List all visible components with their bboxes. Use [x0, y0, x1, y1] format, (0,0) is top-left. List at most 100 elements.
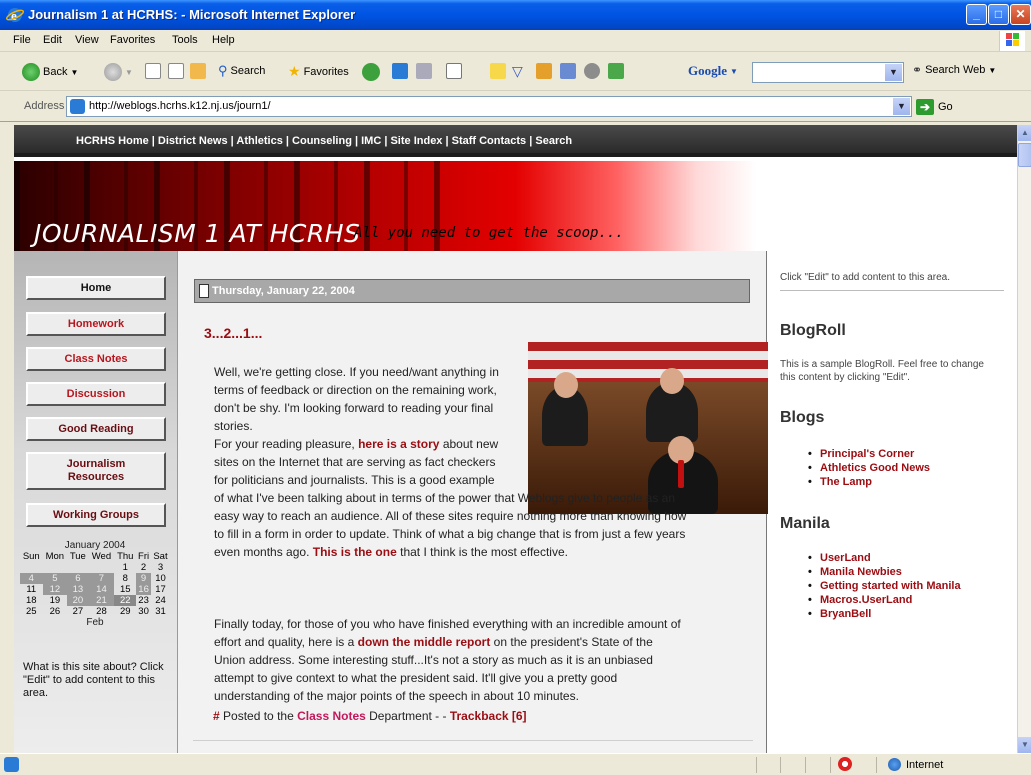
chevron-down-icon[interactable]: ▼	[885, 64, 902, 81]
menu-edit[interactable]: Edit	[43, 34, 62, 46]
manila-heading: Manila	[780, 515, 830, 532]
calendar-cell: 23	[138, 595, 149, 606]
sidebar-item-discussion[interactable]: Discussion	[26, 382, 166, 406]
post-line: For your reading pleasure, here is a sto…	[214, 435, 686, 453]
calendar-cell-link[interactable]: 10	[151, 573, 170, 584]
maximize-button[interactable]: □	[988, 4, 1009, 25]
google-search-input[interactable]: ▼	[752, 62, 904, 83]
story-link[interactable]: here is a story	[358, 437, 439, 451]
calendar-cell: 2	[140, 562, 147, 573]
mail-icon[interactable]	[416, 63, 432, 79]
post-text: For your reading pleasure,	[214, 437, 355, 451]
list-item-link[interactable]: BryanBell	[808, 607, 961, 621]
chevron-down-icon[interactable]: ▼	[893, 98, 910, 115]
calendar-cell: 4	[20, 573, 43, 584]
menu-bar: File Edit View Favorites Tools Help	[0, 30, 1031, 52]
calendar-cell: 14	[88, 584, 115, 595]
report-link[interactable]: down the middle report	[358, 635, 491, 649]
windows-logo-icon	[999, 31, 1025, 51]
site-nav-links[interactable]: HCRHS Home | District News | Athletics |…	[76, 135, 572, 147]
sidebar-item-working-groups[interactable]: Working Groups	[26, 503, 166, 527]
search-button[interactable]: ⚲ Search	[218, 63, 265, 79]
post-line: effort and quality, here is a down the m…	[214, 633, 681, 651]
popup-blocker-icon[interactable]	[838, 757, 852, 771]
page-icon	[70, 99, 85, 114]
tools-icon[interactable]	[608, 63, 624, 79]
class-notes-link[interactable]: Class Notes	[297, 709, 366, 723]
media-icon[interactable]	[362, 63, 380, 81]
post-line: of what I've been talking about in terms…	[214, 491, 676, 505]
home-icon[interactable]	[190, 63, 206, 79]
post-line: easy way to reach an audience. All of th…	[214, 509, 687, 523]
go-arrow-icon: ➔	[916, 99, 934, 115]
menu-tools[interactable]: Tools	[172, 34, 198, 46]
address-input[interactable]: http://weblogs.hcrhs.k12.nj.us/journ1/ ▼	[66, 96, 912, 117]
site-title: JOURNALISM 1 AT HCRHS	[34, 219, 361, 248]
list-item-link[interactable]: The Lamp	[808, 475, 930, 489]
list-item-link[interactable]: Getting started with Manila	[808, 579, 961, 593]
back-label: Back	[43, 66, 68, 78]
address-bar: Address http://weblogs.hcrhs.k12.nj.us/j…	[0, 92, 1031, 122]
menu-file[interactable]: File	[13, 34, 31, 46]
calendar-cell-link[interactable]: 15	[114, 584, 136, 595]
go-button[interactable]: ➔ Go	[916, 99, 953, 115]
list-item-link[interactable]: Manila Newbies	[808, 565, 961, 579]
list-item-link[interactable]: Athletics Good News	[808, 461, 930, 475]
refresh-icon[interactable]	[168, 63, 184, 79]
sidebar-item-journalism-resources[interactable]: Journalism Resources	[26, 452, 166, 490]
calendar-cell-link[interactable]: 11	[20, 584, 43, 595]
stop-icon[interactable]	[145, 63, 161, 79]
site-navigation: HCRHS Home | District News | Athletics |…	[14, 125, 1017, 157]
calendar-cell-link[interactable]: 17	[151, 584, 170, 595]
calendar-cell-link[interactable]: 8	[114, 573, 136, 584]
edit-icon[interactable]	[490, 63, 506, 79]
sidebar-item-good-reading[interactable]: Good Reading	[26, 417, 166, 441]
sidebar-item-homework[interactable]: Homework	[26, 312, 166, 336]
list-item-link[interactable]: Macros.UserLand	[808, 593, 961, 607]
forward-button[interactable]: ▼	[104, 63, 133, 81]
close-button[interactable]: ✕	[1010, 4, 1031, 25]
vertical-scrollbar[interactable]: ▲ ▼	[1017, 125, 1031, 753]
trackback-link[interactable]: Trackback [6]	[450, 709, 527, 723]
post-paragraph-1: Well, we're getting close. If you need/w…	[214, 365, 499, 433]
calendar-cell: 12	[42, 584, 68, 595]
back-button[interactable]: Back ▼	[22, 63, 78, 81]
scroll-thumb[interactable]	[1018, 143, 1031, 167]
scroll-down-arrow-icon[interactable]: ▼	[1018, 737, 1031, 753]
menu-help[interactable]: Help	[212, 34, 235, 46]
search-web-button[interactable]: ⚭ Search Web ▼	[912, 63, 996, 77]
calendar-next-month[interactable]: Feb	[20, 617, 170, 628]
history-icon[interactable]	[392, 63, 408, 79]
address-url: http://weblogs.hcrhs.k12.nj.us/journ1/	[89, 100, 271, 112]
permalink-hash[interactable]: #	[213, 709, 220, 723]
calendar-day-header: Fri	[138, 551, 150, 562]
calendar-cell: 24	[155, 595, 166, 606]
calendar-day-header: Mon	[45, 551, 65, 562]
calendar-cell: 31	[155, 606, 166, 617]
calendar-cell-today[interactable]: 22	[114, 595, 137, 606]
window-titlebar[interactable]: e Journalism 1 at HCRHS: - Microsoft Int…	[0, 0, 1031, 30]
binoculars-icon: ⚭	[912, 63, 923, 77]
sidebar-item-home[interactable]: Home	[26, 276, 166, 300]
minimize-button[interactable]: _	[966, 4, 987, 25]
filter-icon[interactable]: ▽	[512, 63, 523, 80]
list-item-link[interactable]: UserLand	[808, 551, 961, 565]
post-line: attempt to give context to what the pres…	[214, 671, 618, 685]
post-title[interactable]: 3...2...1...	[204, 325, 262, 341]
calendar-day-header: Wed	[91, 551, 112, 562]
research-icon[interactable]	[560, 63, 576, 79]
scroll-up-arrow-icon[interactable]: ▲	[1018, 125, 1031, 141]
this-is-the-one-link[interactable]: This is the one	[313, 545, 397, 559]
menu-view[interactable]: View	[75, 34, 99, 46]
list-item-link[interactable]: Principal's Corner	[808, 447, 930, 461]
google-toolbar-button[interactable]: Google ▼	[688, 63, 738, 79]
status-separator	[830, 757, 831, 773]
favorites-button[interactable]: ★ Favorites	[288, 63, 349, 80]
print-icon[interactable]	[446, 63, 462, 79]
calendar-cell: 18	[25, 595, 37, 606]
messenger-icon[interactable]	[536, 63, 552, 79]
discuss-icon[interactable]	[584, 63, 600, 79]
archive-calendar: January 2004 Sun Mon Tue Wed Thu Fri Sat…	[20, 540, 170, 628]
menu-favorites[interactable]: Favorites	[110, 34, 155, 46]
sidebar-item-class-notes[interactable]: Class Notes	[26, 347, 166, 371]
